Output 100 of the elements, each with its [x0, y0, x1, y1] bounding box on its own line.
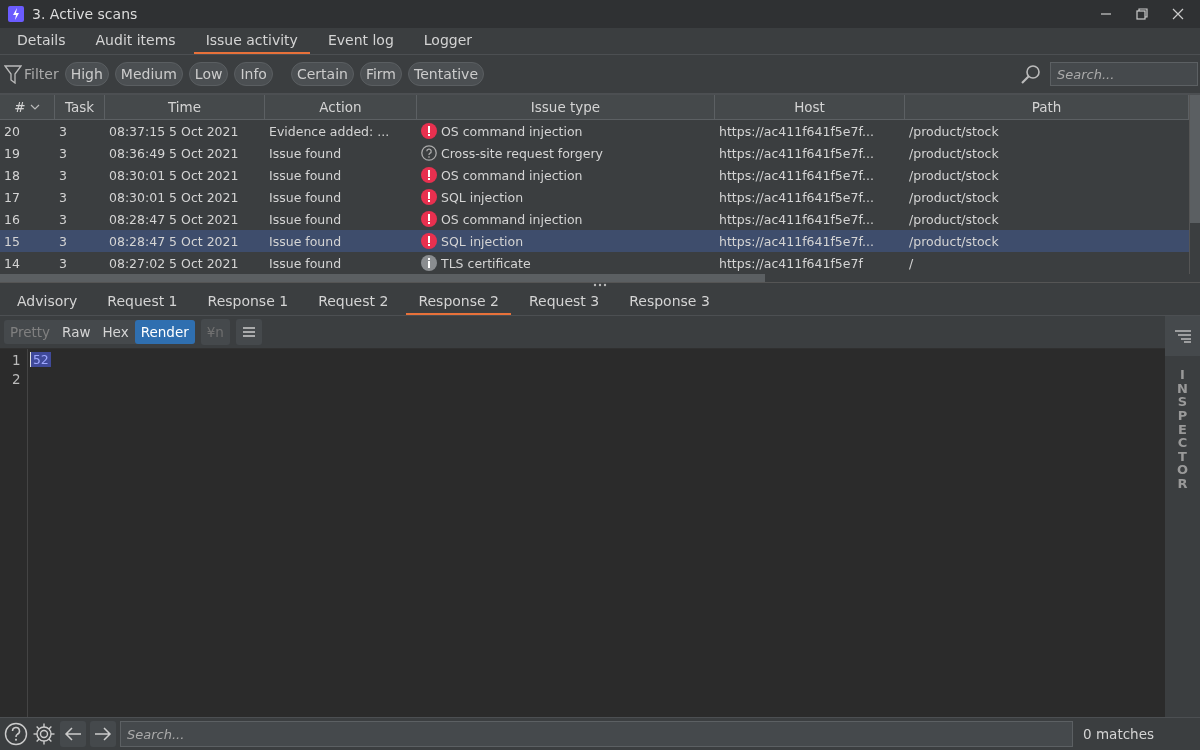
table-cell: /product/stock — [909, 211, 999, 227]
table-cell: https://ac411f641f5e7f... — [719, 167, 874, 183]
inspector-tab[interactable]: INSPECTOR — [1176, 368, 1189, 491]
filter-chip[interactable]: Info — [234, 62, 273, 86]
column-header[interactable]: Issue type — [417, 95, 715, 119]
help-icon[interactable] — [4, 722, 28, 746]
table-cell: 08:27:02 5 Oct 2021 — [109, 255, 239, 271]
menu-icon — [241, 326, 256, 338]
filter-chip[interactable]: Firm — [359, 62, 402, 86]
tab[interactable]: Advisory — [5, 289, 90, 315]
table-cell: OS command injection — [441, 123, 583, 139]
column-header[interactable]: Task — [55, 95, 105, 119]
table-cell: Evidence added: ... — [269, 123, 390, 139]
table-cell: OS command injection — [441, 167, 583, 183]
table-cell: 14 — [4, 255, 20, 271]
splitter-handle-icon[interactable] — [593, 283, 607, 287]
table-cell: Issue found — [269, 189, 342, 205]
table-cell: https://ac411f641f5e7f... — [719, 211, 874, 227]
tab[interactable]: Event log — [315, 28, 406, 54]
table-cell: https://ac411f641f5e7f... — [719, 189, 874, 205]
filter-icon — [4, 64, 22, 84]
table-cell: 08:28:47 5 Oct 2021 — [109, 233, 239, 249]
app-logo-icon — [8, 6, 24, 22]
inspector-menu-button[interactable] — [1165, 316, 1200, 356]
view-mode-tab[interactable]: Hex — [96, 320, 135, 344]
search-field[interactable]: Search... — [1050, 62, 1198, 86]
table-cell: /product/stock — [909, 189, 999, 205]
tab[interactable]: Request 1 — [95, 289, 190, 315]
tab[interactable]: Logger — [411, 28, 485, 54]
search-icon — [1020, 63, 1042, 85]
info-icon — [421, 255, 437, 271]
table-cell: Issue found — [269, 145, 342, 161]
table-cell: 3 — [59, 189, 67, 205]
table-cell: /product/stock — [909, 167, 999, 183]
table-row[interactable]: 15 3 08:28:47 5 Oct 2021 Issue found SQL injection https://ac411f641f5e7f... /product/stock — [0, 230, 1189, 252]
error-icon — [421, 167, 437, 183]
table-cell: 08:30:01 5 Oct 2021 — [109, 189, 239, 205]
table-cell: 08:28:47 5 Oct 2021 — [109, 211, 239, 227]
question-icon — [421, 145, 437, 161]
window-title: 3. Active scans — [32, 6, 138, 22]
list-icon — [1173, 329, 1192, 343]
table-cell: 3 — [59, 233, 67, 249]
table-cell: 3 — [59, 211, 67, 227]
tab[interactable]: Request 3 — [517, 289, 612, 315]
settings-icon[interactable] — [32, 722, 56, 746]
table-cell: 17 — [4, 189, 20, 205]
filter-chip[interactable]: Medium — [114, 62, 183, 86]
view-mode-tab[interactable]: Raw — [56, 320, 97, 344]
line-number: 2 — [12, 371, 21, 387]
table-cell: SQL injection — [441, 189, 524, 205]
match-count: 0 matches — [1082, 726, 1155, 742]
column-header[interactable]: Host — [715, 95, 905, 119]
table-row[interactable]: 16 3 08:28:47 5 Oct 2021 Issue found OS command injection https://ac411f641f5e7f... /product/stock — [0, 208, 1189, 230]
filter-chip[interactable]: Certain — [290, 62, 354, 86]
table-cell: SQL injection — [441, 233, 524, 249]
tab[interactable]: Response 1 — [195, 289, 301, 315]
table-row[interactable]: 19 3 08:36:49 5 Oct 2021 Issue found Cross-site request forgery https://ac411f641f5e7f... /product/stock — [0, 142, 1189, 164]
restore-icon[interactable] — [1134, 6, 1150, 22]
line-number: 1 — [12, 352, 21, 368]
view-mode-tab[interactable]: Render — [134, 320, 195, 344]
table-cell: Issue found — [269, 255, 342, 271]
table-cell: 16 — [4, 211, 20, 227]
filter-chip[interactable]: High — [64, 62, 109, 86]
error-icon — [421, 211, 437, 227]
search-field[interactable]: Search... — [120, 721, 1074, 747]
tab[interactable]: Response 2 — [406, 289, 511, 315]
table-cell: https://ac411f641f5e7f... — [719, 145, 874, 161]
tab[interactable]: Request 2 — [306, 289, 401, 315]
close-icon[interactable] — [1170, 6, 1186, 22]
table-row[interactable]: 14 3 08:27:02 5 Oct 2021 Issue found TLS certificate https://ac411f641f5e7f / — [0, 252, 1189, 274]
table-cell: TLS certificate — [441, 255, 531, 271]
table-cell: Issue found — [269, 167, 342, 183]
column-header[interactable]: Time — [105, 95, 265, 119]
code-text: 52 — [30, 352, 51, 367]
table-row[interactable]: 20 3 08:37:15 5 Oct 2021 Evidence added: ... OS command injection https://ac411f641f5e7f... /product/stock — [0, 120, 1189, 142]
table-cell: 19 — [4, 145, 20, 161]
table-row[interactable]: 17 3 08:30:01 5 Oct 2021 Issue found SQL injection https://ac411f641f5e7f... /product/stock — [0, 186, 1189, 208]
error-icon — [421, 123, 437, 139]
back-button[interactable] — [60, 721, 86, 747]
table-cell: 3 — [59, 145, 67, 161]
menu-button[interactable] — [235, 319, 262, 345]
tab[interactable]: Audit items — [83, 28, 188, 54]
filter-chip[interactable]: Tentative — [408, 62, 484, 86]
table-cell: 08:36:49 5 Oct 2021 — [109, 145, 239, 161]
filter-button[interactable]: Filter — [4, 64, 59, 84]
table-cell: 3 — [59, 123, 67, 139]
column-header[interactable]: Action — [265, 95, 417, 119]
filter-chip[interactable]: Low — [188, 62, 229, 86]
table-cell: 15 — [4, 233, 20, 249]
table-cell: https://ac411f641f5e7f — [719, 255, 863, 271]
column-header[interactable]: # — [0, 95, 55, 119]
table-cell: https://ac411f641f5e7f... — [719, 233, 874, 249]
tab[interactable]: Issue activity — [193, 28, 310, 54]
table-row[interactable]: 18 3 08:30:01 5 Oct 2021 Issue found OS command injection https://ac411f641f5e7f... /product/stock — [0, 164, 1189, 186]
tab[interactable]: Details — [5, 28, 78, 54]
table-cell: /product/stock — [909, 145, 999, 161]
forward-button[interactable] — [90, 721, 116, 747]
table-cell: Cross-site request forgery — [441, 145, 603, 161]
right-arrow-icon — [94, 727, 112, 741]
tab[interactable]: Response 3 — [617, 289, 722, 315]
